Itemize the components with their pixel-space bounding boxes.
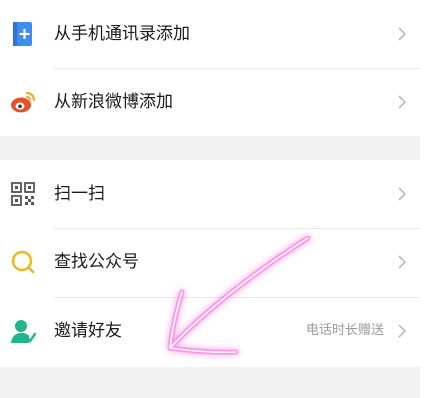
add-from-weibo-label: 从新浪微博添加 — [54, 92, 173, 112]
scan-row[interactable]: 扫一扫 — [0, 160, 420, 228]
invite-friends-label: 邀请好友 — [54, 321, 122, 341]
add-friends-screen: 从手机通讯录添加 从新浪微博添加 扫一扫 查找公众号 邀请好友 电话时长赠送 — [0, 0, 438, 398]
right-gutter — [420, 0, 438, 398]
add-from-phone-contacts-label: 从手机通讯录添加 — [54, 24, 190, 44]
menu-group-1: 从手机通讯录添加 从新浪微博添加 — [0, 0, 420, 136]
find-official-account-row[interactable]: 查找公众号 — [0, 228, 420, 296]
scan-icon — [10, 181, 36, 207]
weibo-icon — [10, 89, 36, 115]
chevron-right-icon — [396, 186, 408, 202]
phone-contacts-icon — [10, 21, 36, 47]
chevron-right-icon — [396, 323, 408, 339]
invite-friends-row[interactable]: 邀请好友 电话时长赠送 — [0, 297, 420, 365]
scan-label: 扫一扫 — [54, 184, 105, 204]
invite-friend-icon — [10, 318, 37, 344]
menu-group-2: 扫一扫 查找公众号 邀请好友 电话时长赠送 — [0, 160, 420, 367]
chevron-right-icon — [396, 254, 408, 270]
chevron-right-icon — [396, 26, 408, 42]
add-from-weibo-row[interactable]: 从新浪微博添加 — [0, 68, 420, 136]
add-from-phone-contacts-row[interactable]: 从手机通讯录添加 — [0, 0, 420, 68]
chevron-right-icon — [396, 94, 408, 110]
search-icon — [10, 249, 36, 275]
call-time-gift-hint: 电话时长赠送 — [305, 323, 384, 338]
find-official-account-label: 查找公众号 — [54, 252, 139, 272]
